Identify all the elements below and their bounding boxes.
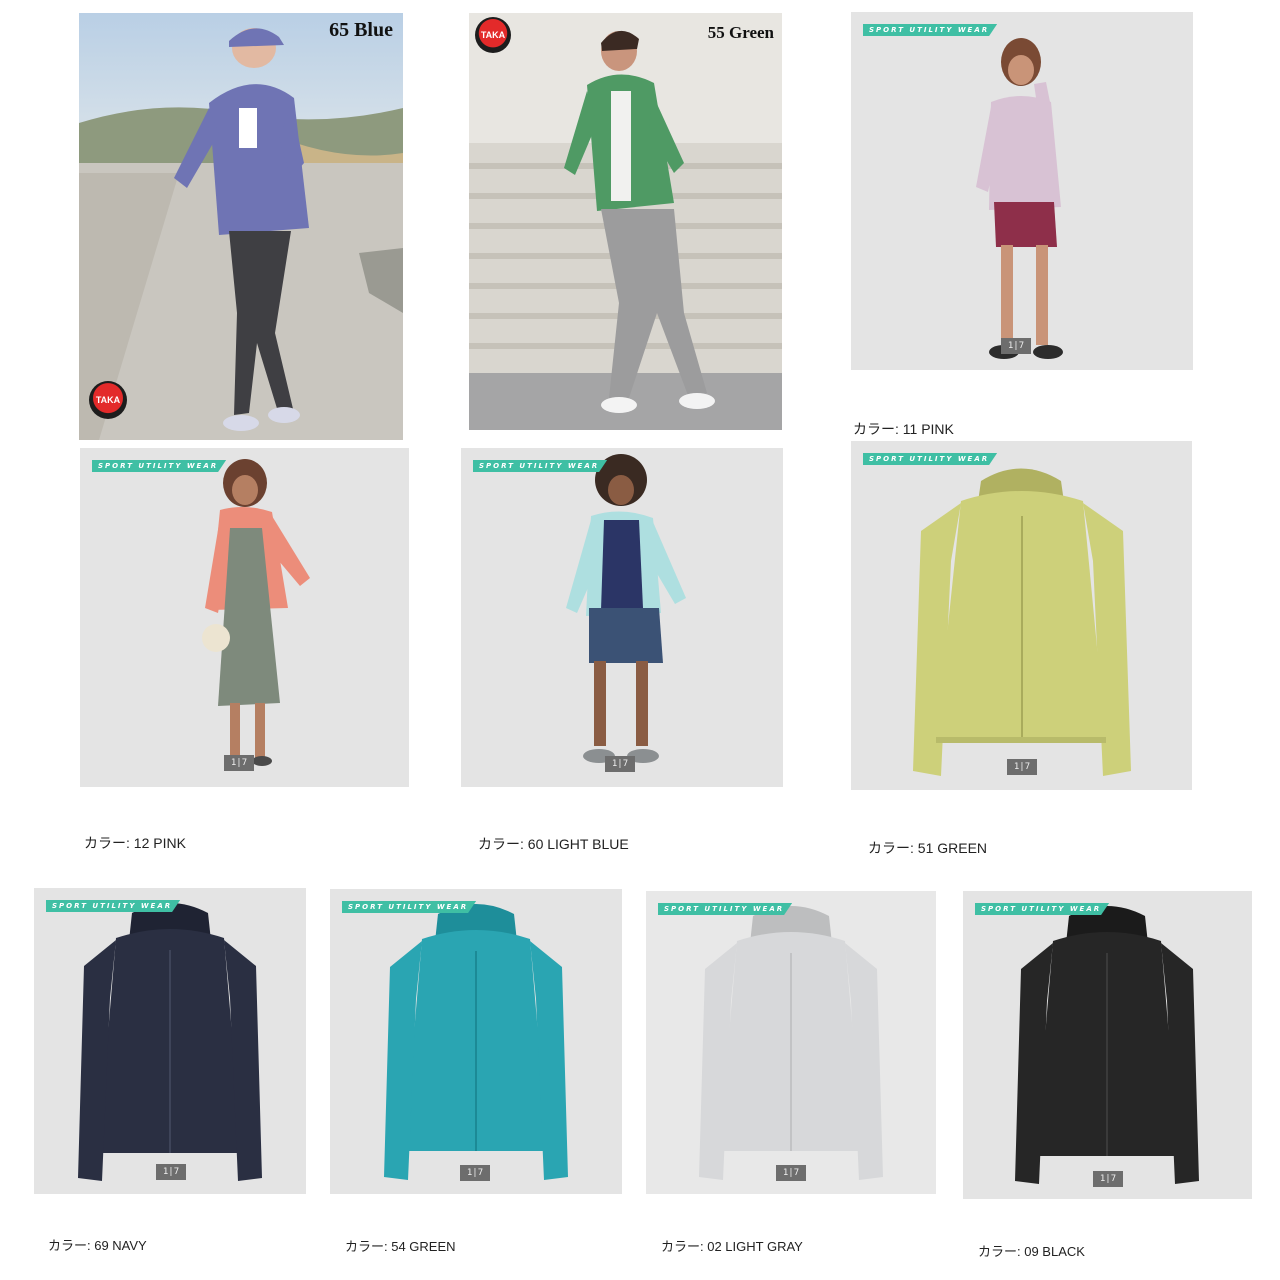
taka-logo-icon: TAKA xyxy=(475,17,511,53)
product-card-02-light-gray[interactable]: SPORT UTILITY WEAR 1|7 xyxy=(646,891,936,1194)
sport-utility-wear-tag: SPORT UTILITY WEAR xyxy=(473,460,608,472)
teal-hoodie-product-image xyxy=(330,889,622,1194)
color-caption: カラー: 54 GREEN xyxy=(345,1239,456,1254)
photo-card-55-green[interactable]: 55 Green TAKA xyxy=(469,13,782,430)
color-caption: カラー: 02 LIGHT GRAY xyxy=(661,1239,803,1254)
model-light-blue-hoodie-image xyxy=(461,448,783,787)
light-gray-hoodie-product-image xyxy=(646,891,936,1194)
product-card-69-navy[interactable]: SPORT UTILITY WEAR 1|7 xyxy=(34,888,306,1194)
sport-utility-wear-tag: SPORT UTILITY WEAR xyxy=(863,24,998,36)
color-caption: カラー: 09 BLACK xyxy=(978,1244,1085,1259)
walker-green-hoodie-image xyxy=(469,13,782,430)
product-card-09-black[interactable]: SPORT UTILITY WEAR 1|7 xyxy=(963,891,1252,1199)
color-caption: カラー: 12 PINK xyxy=(84,835,186,851)
image-counter: 1|7 xyxy=(776,1165,806,1181)
color-caption: カラー: 11 PINK xyxy=(853,421,954,437)
image-counter: 1|7 xyxy=(224,755,254,771)
color-caption: カラー: 51 GREEN xyxy=(868,840,988,856)
model-pink-hoodie-image xyxy=(851,12,1193,370)
image-counter: 1|7 xyxy=(1007,759,1037,775)
sport-utility-wear-tag: SPORT UTILITY WEAR xyxy=(92,460,227,472)
product-card-11-pink[interactable]: SPORT UTILITY WEAR 1|7 xyxy=(851,12,1193,370)
lime-hoodie-product-image xyxy=(851,441,1192,790)
color-caption: カラー: 69 NAVY xyxy=(48,1238,147,1253)
product-card-51-green[interactable]: SPORT UTILITY WEAR 1|7 xyxy=(851,441,1192,790)
product-card-54-green[interactable]: SPORT UTILITY WEAR 1|7 xyxy=(330,889,622,1194)
model-coral-hoodie-image xyxy=(80,448,409,787)
sport-utility-wear-tag: SPORT UTILITY WEAR xyxy=(658,903,793,915)
sport-utility-wear-tag: SPORT UTILITY WEAR xyxy=(46,900,181,912)
photo-color-label: 65 Blue xyxy=(329,19,393,41)
taka-logo-icon: TAKA xyxy=(89,381,127,419)
image-counter: 1|7 xyxy=(605,756,635,772)
color-caption: カラー: 60 LIGHT BLUE xyxy=(478,836,629,852)
image-counter: 1|7 xyxy=(1093,1171,1123,1187)
image-counter: 1|7 xyxy=(156,1164,186,1180)
runner-blue-hoodie-image xyxy=(79,13,403,440)
sport-utility-wear-tag: SPORT UTILITY WEAR xyxy=(863,453,998,465)
product-card-12-pink[interactable]: SPORT UTILITY WEAR 1|7 xyxy=(80,448,409,787)
image-counter: 1|7 xyxy=(460,1165,490,1181)
navy-hoodie-product-image xyxy=(34,888,306,1194)
black-hoodie-product-image xyxy=(963,891,1252,1199)
photo-card-65-blue[interactable]: 65 Blue TAKA xyxy=(79,13,403,440)
sport-utility-wear-tag: SPORT UTILITY WEAR xyxy=(342,901,477,913)
image-counter: 1|7 xyxy=(1001,338,1031,354)
product-card-60-light-blue[interactable]: SPORT UTILITY WEAR 1|7 xyxy=(461,448,783,787)
sport-utility-wear-tag: SPORT UTILITY WEAR xyxy=(975,903,1110,915)
photo-color-label: 55 Green xyxy=(707,23,774,42)
